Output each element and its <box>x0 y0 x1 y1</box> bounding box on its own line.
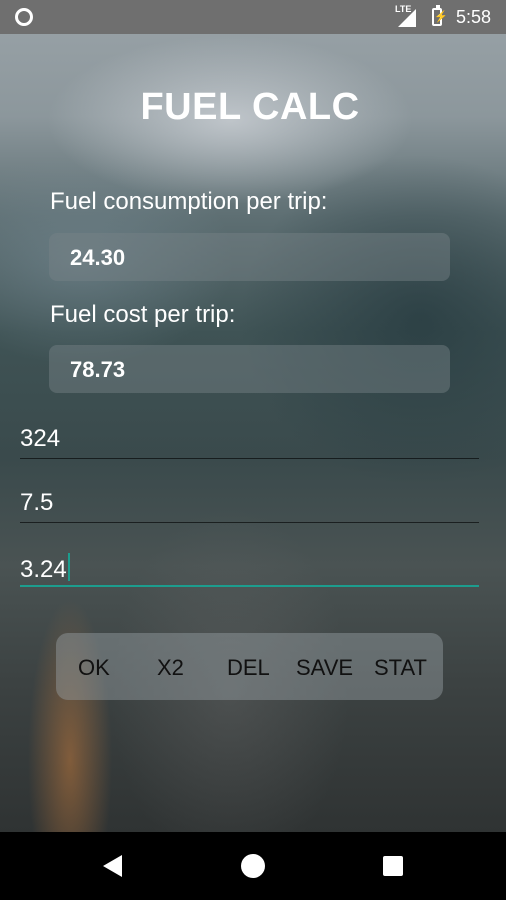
cost-label: Fuel cost per trip: <box>50 301 236 328</box>
consumption-result: 24.30 <box>49 233 450 281</box>
delete-button[interactable]: DEL <box>227 655 270 681</box>
notification-circle-icon <box>15 8 33 26</box>
distance-input[interactable]: 324 <box>20 423 479 459</box>
status-time: 5:58 <box>456 7 492 27</box>
fuel-price-input[interactable]: 3.24 <box>20 551 479 587</box>
text-cursor <box>67 553 70 581</box>
consumption-rate-input[interactable]: 7.5 <box>20 487 479 523</box>
distance-input-value: 324 <box>20 425 61 452</box>
fuel-price-input-value: 3.24 <box>20 556 67 583</box>
back-icon[interactable] <box>103 855 122 877</box>
home-icon[interactable] <box>241 854 265 878</box>
save-button[interactable]: SAVE <box>296 655 353 681</box>
app-title: FUEL CALC <box>140 86 360 128</box>
recents-icon[interactable] <box>383 856 403 876</box>
ok-button[interactable]: OK <box>78 655 110 681</box>
status-bar: LTE ⚡ 5:58 <box>0 0 506 34</box>
consumption-rate-input-value: 7.5 <box>20 489 54 516</box>
battery-charging-icon: ⚡ <box>432 5 448 26</box>
button-bar: OK X2 DEL SAVE STAT <box>56 633 443 700</box>
consumption-label: Fuel consumption per trip: <box>50 188 328 215</box>
cost-result: 78.73 <box>49 345 450 393</box>
x2-button[interactable]: X2 <box>157 655 184 681</box>
stat-button[interactable]: STAT <box>374 655 427 681</box>
signal-icon <box>398 9 416 27</box>
